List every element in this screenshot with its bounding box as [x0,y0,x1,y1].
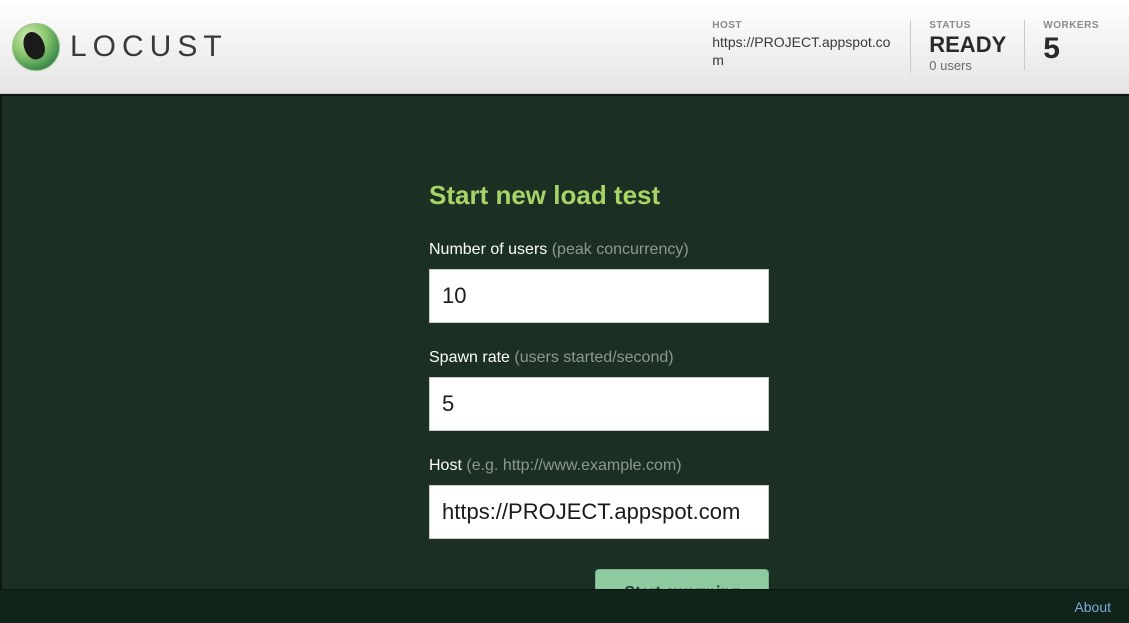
brand-name: LOCUST [70,30,228,64]
stat-workers-value: 5 [1043,34,1099,64]
footer: About [0,589,1129,623]
stat-status: STATUS READY 0 users [910,20,1024,73]
stat-status-sub: 0 users [929,58,1006,73]
stat-workers: WORKERS 5 [1024,20,1117,70]
users-input[interactable] [429,269,769,323]
spawn-label: Spawn rate [429,349,510,366]
users-label: Number of users [429,241,547,258]
stat-host-label: HOST [712,20,892,31]
spawn-label-row: Spawn rate (users started/second) [429,349,769,367]
users-hint: (peak concurrency) [552,241,689,258]
stat-status-value: READY [929,34,1006,56]
form-title: Start new load test [429,180,769,211]
logo: LOCUST [12,23,228,71]
stat-workers-label: WORKERS [1043,20,1099,31]
main-area: Start new load test Number of users (pea… [0,94,1129,589]
host-hint: (e.g. http://www.example.com) [466,457,681,474]
spawn-hint: (users started/second) [514,349,673,366]
app-header: LOCUST HOST https://PROJECT.appspot.com … [0,0,1129,94]
stat-host: HOST https://PROJECT.appspot.com [694,20,910,70]
spawn-rate-input[interactable] [429,377,769,431]
about-link[interactable]: About [1074,599,1111,615]
host-label: Host [429,457,462,474]
header-stats: HOST https://PROJECT.appspot.com STATUS … [694,0,1117,93]
new-test-form: Start new load test Number of users (pea… [429,180,769,617]
stat-host-value: https://PROJECT.appspot.com [712,34,892,69]
locust-icon [12,23,60,71]
users-label-row: Number of users (peak concurrency) [429,241,769,259]
stat-status-label: STATUS [929,20,1006,31]
host-input[interactable] [429,485,769,539]
host-label-row: Host (e.g. http://www.example.com) [429,457,769,475]
